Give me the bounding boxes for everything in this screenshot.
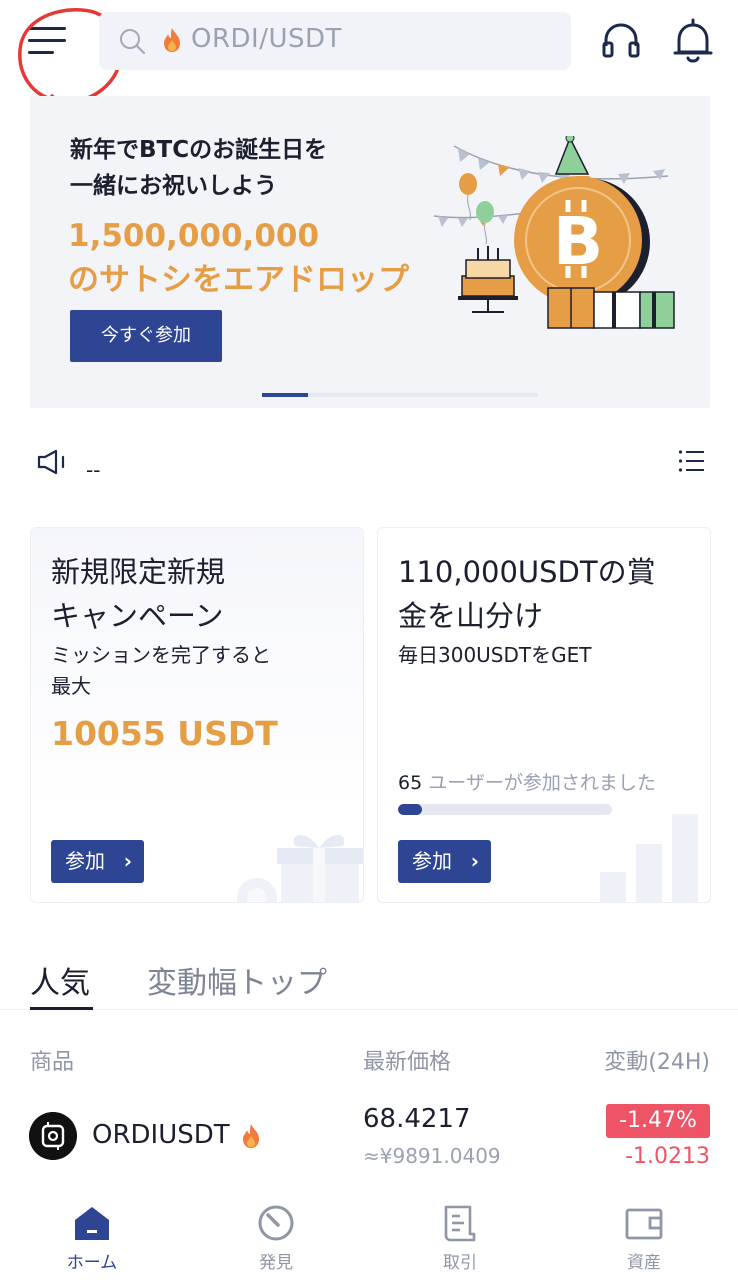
nav-trade[interactable]: 取引 bbox=[368, 1190, 552, 1280]
nav-label: 資産 bbox=[627, 1253, 661, 1273]
compass-icon bbox=[258, 1205, 294, 1241]
wallet-icon bbox=[625, 1208, 663, 1240]
join-button-label: 参加 bbox=[412, 849, 452, 873]
banner-title: 新年でBTCのお誕生日を 一緒にお祝いしよう bbox=[70, 137, 328, 199]
nav-label: 取引 bbox=[443, 1253, 477, 1273]
search-bar[interactable]: ORDI/USDT bbox=[99, 12, 571, 70]
participants-count: 65 bbox=[398, 772, 423, 794]
bar-chart-icon bbox=[600, 814, 698, 902]
home-icon bbox=[75, 1207, 109, 1240]
nav-label: ホーム bbox=[66, 1253, 118, 1273]
nav-assets[interactable]: 資産 bbox=[552, 1190, 736, 1280]
speaker-icon bbox=[37, 449, 65, 475]
fire-icon bbox=[164, 28, 180, 52]
bottom-navigation: ホーム 発見 取引 資産 bbox=[0, 1190, 738, 1280]
svg-text:B: B bbox=[553, 203, 603, 280]
change-absolute: -1.0213 bbox=[625, 1144, 710, 1169]
chevron-right-icon: › bbox=[123, 849, 132, 873]
participation-progress-bar bbox=[398, 804, 612, 815]
list-icon[interactable] bbox=[678, 448, 706, 474]
join-button[interactable]: 参加 › bbox=[398, 840, 491, 883]
banner-pagination[interactable] bbox=[262, 393, 538, 397]
banner-pagination-active bbox=[262, 393, 308, 397]
headset-icon[interactable] bbox=[600, 20, 642, 62]
progress-fill bbox=[398, 804, 422, 815]
table-row[interactable]: ORDIUSDT 68.4217 ≈¥9891.0409 -1.47% -1.0… bbox=[0, 1098, 738, 1178]
card-title: 新規限定新規 キャンペーン bbox=[51, 555, 226, 633]
fire-icon bbox=[243, 1124, 259, 1148]
last-price-fiat: ≈¥9891.0409 bbox=[363, 1144, 501, 1168]
symbol-name: ORDIUSDT bbox=[92, 1120, 230, 1150]
bitcoin-birthday-illustration: B bbox=[433, 136, 675, 329]
market-tabs: 人気 変動幅トップ bbox=[0, 950, 738, 1010]
card-subtitle: ミッションを完了すると 最大 bbox=[51, 643, 271, 698]
bell-icon[interactable] bbox=[671, 18, 715, 64]
column-header-change: 変動(24H) bbox=[604, 1050, 710, 1075]
banner-amount: 1,500,000,000 bbox=[68, 218, 320, 254]
card-title: 110,000USDTの賞 金を山分け bbox=[398, 555, 656, 633]
active-tab-indicator bbox=[30, 1007, 93, 1010]
change-percent-badge: -1.47% bbox=[606, 1104, 710, 1138]
market-table-header: 商品 最新価格 変動(24H) bbox=[0, 1040, 738, 1080]
search-placeholder: ORDI/USDT bbox=[191, 24, 342, 54]
card-reward-amount: 10055 USDT bbox=[51, 714, 278, 753]
tab-top-movers[interactable]: 変動幅トップ bbox=[147, 958, 327, 1002]
last-price: 68.4217 bbox=[363, 1104, 471, 1134]
join-now-button[interactable]: 今すぐ参加 bbox=[70, 310, 222, 362]
new-user-campaign-card[interactable]: 新規限定新規 キャンペーン ミッションを完了すると 最大 10055 USDT … bbox=[30, 527, 364, 903]
chevron-right-icon: › bbox=[470, 849, 479, 873]
column-header-product: 商品 bbox=[30, 1050, 75, 1075]
nav-label: 発見 bbox=[259, 1253, 293, 1273]
banner-amount-caption: のサトシをエアドロップ bbox=[68, 262, 409, 298]
column-header-price: 最新価格 bbox=[363, 1050, 452, 1075]
top-bar: ORDI/USDT bbox=[0, 0, 738, 104]
search-icon bbox=[120, 29, 146, 55]
card-subtitle: 毎日300USDTをGET bbox=[398, 643, 592, 667]
prize-pool-campaign-card[interactable]: 110,000USDTの賞 金を山分け 毎日300USDTをGET 65 ユーザ… bbox=[377, 527, 711, 903]
gift-box-icon bbox=[237, 835, 363, 902]
participants-text: ユーザーが参加されました bbox=[428, 772, 656, 794]
ordi-coin-icon bbox=[29, 1112, 77, 1160]
join-button-label: 参加 bbox=[65, 849, 105, 873]
announcement-text: -- bbox=[86, 458, 101, 482]
tab-popular[interactable]: 人気 bbox=[30, 958, 90, 1002]
participants-label: 65 ユーザーが参加されました bbox=[398, 768, 656, 795]
nav-discover[interactable]: 発見 bbox=[184, 1190, 368, 1280]
nav-home[interactable]: ホーム bbox=[0, 1190, 184, 1280]
announcement-bar[interactable]: -- bbox=[30, 440, 710, 490]
join-button[interactable]: 参加 › bbox=[51, 840, 144, 883]
promo-banner[interactable]: 新年でBTCのお誕生日を 一緒にお祝いしよう 1,500,000,000 のサト… bbox=[30, 96, 710, 408]
trade-icon bbox=[444, 1205, 476, 1242]
menu-icon[interactable] bbox=[28, 24, 72, 60]
